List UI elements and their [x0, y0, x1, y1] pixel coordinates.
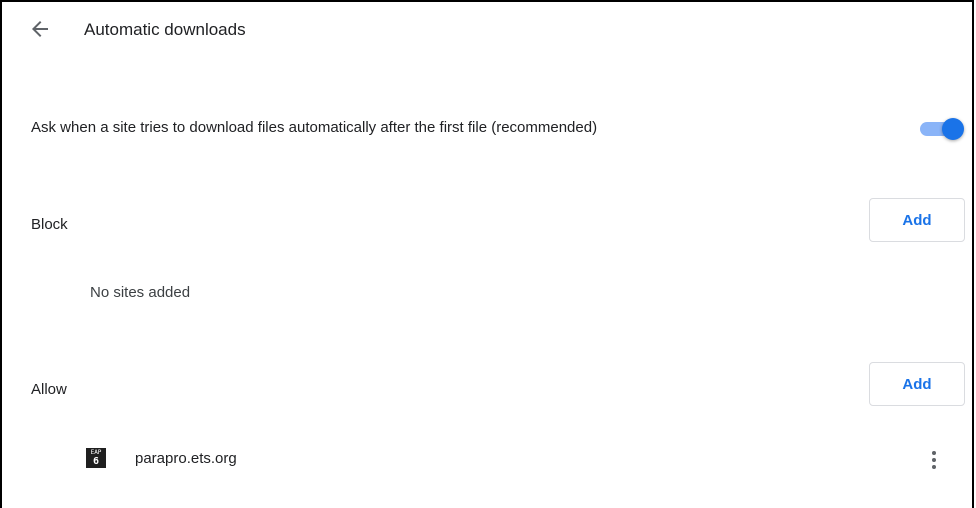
allow-section-label: Allow — [31, 381, 67, 398]
allow-site-row[interactable]: EAP 6 parapro.ets.org — [86, 444, 966, 476]
page-title: Automatic downloads — [84, 20, 246, 39]
favicon-text-bottom: 6 — [92, 456, 100, 467]
block-section-label: Block — [31, 216, 68, 233]
more-vert-icon[interactable] — [922, 444, 946, 476]
more-dot — [932, 451, 936, 455]
more-dot — [932, 458, 936, 462]
block-empty-text: No sites added — [90, 284, 191, 301]
ask-setting-label: Ask when a site tries to download files … — [31, 119, 598, 136]
site-favicon-icon: EAP 6 — [86, 448, 106, 468]
arrow-back-icon[interactable] — [28, 17, 52, 41]
site-name: parapro.ets.org — [135, 450, 237, 467]
more-dot — [932, 465, 936, 469]
allow-add-button[interactable]: Add — [869, 362, 965, 406]
ask-toggle[interactable] — [918, 118, 968, 140]
block-add-button[interactable]: Add — [869, 198, 965, 242]
settings-panel — [0, 0, 974, 508]
toggle-knob — [942, 118, 964, 140]
